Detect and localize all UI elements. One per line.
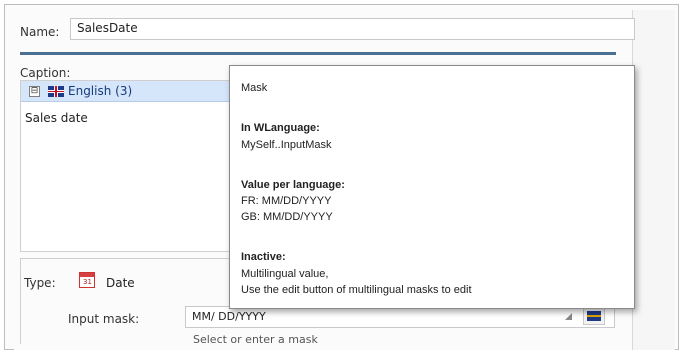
section-separator (20, 52, 616, 55)
mask-tooltip: Mask In WLanguage: MySelf..InputMask Val… (229, 65, 635, 309)
calendar-icon: 31 (79, 272, 95, 288)
collapse-icon[interactable]: ⊟ (29, 85, 40, 97)
calendar-icon-number: 31 (83, 278, 92, 286)
tooltip-inactive-line1: Multilingual value, (241, 268, 329, 280)
tooltip-per-language-heading: Value per language: (241, 179, 345, 191)
multilingual-mask-edit-button[interactable] (583, 307, 605, 325)
input-mask-label: Input mask: (68, 312, 140, 326)
caption-text[interactable]: Sales date (25, 111, 88, 125)
right-side-strip (633, 10, 675, 350)
uk-flag-icon (48, 85, 64, 97)
tooltip-inactive-line2: Use the edit button of multilingual mask… (241, 284, 472, 296)
type-label: Type: (24, 276, 56, 290)
tooltip-wlanguage-value: MySelf..InputMask (241, 139, 332, 151)
tooltip-per-language-fr: FR: MM/DD/YYYY (241, 195, 332, 207)
dropdown-arrow-icon[interactable] (565, 313, 572, 320)
input-mask-hint: Select or enter a mask (193, 333, 318, 346)
tooltip-title: Mask (241, 82, 268, 94)
tooltip-wlanguage-heading: In WLanguage: (241, 122, 320, 134)
tooltip-inactive-heading: Inactive: (241, 251, 286, 263)
name-input[interactable]: SalesDate (70, 18, 635, 40)
type-value[interactable]: Date (106, 276, 135, 290)
name-label: Name: (20, 25, 60, 39)
input-mask-combo[interactable]: MM/ DD/YYYY (185, 306, 615, 328)
name-row: Name: SalesDate (20, 18, 635, 44)
language-label: English (3) (68, 84, 133, 98)
caption-label: Caption: (20, 66, 71, 80)
tooltip-per-language-gb: GB: MM/DD/YYYY (241, 211, 333, 223)
